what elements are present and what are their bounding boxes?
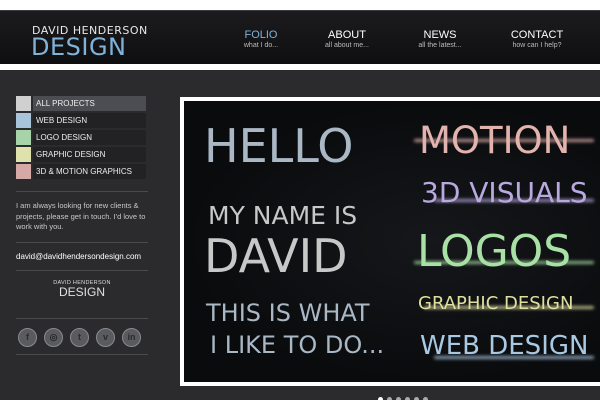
- nav-about[interactable]: ABOUT all about me...: [302, 29, 392, 49]
- slide-motion: MOTION: [419, 119, 571, 162]
- nav-sub: what I do...: [243, 42, 279, 49]
- slide-logos: LOGOS: [417, 226, 572, 277]
- social-links: f ◎ t v in: [16, 327, 148, 350]
- nav-label: CONTACT: [510, 29, 564, 41]
- slide-i-like-to-do: I LIKE TO DO...: [210, 331, 385, 359]
- swatch-blue: [16, 113, 31, 128]
- nav-news[interactable]: NEWS all the latest...: [395, 29, 485, 49]
- slide-this-is-what: THIS IS WHAT: [206, 299, 370, 327]
- category-3d-motion[interactable]: 3D & MOTION GRAPHICS: [16, 164, 148, 179]
- category-label: ALL PROJECTS: [33, 96, 146, 111]
- featured-slide[interactable]: HELLO MY NAME IS DAVID THIS IS WHAT I LI…: [180, 97, 600, 386]
- category-logo-design[interactable]: LOGO DESIGN: [16, 130, 148, 145]
- category-label: WEB DESIGN: [33, 113, 146, 128]
- contact-blurb: I am always looking for new clients & pr…: [16, 201, 146, 231]
- nav-label: ABOUT: [328, 29, 366, 41]
- nav-sub: all about me...: [325, 42, 369, 49]
- slide-canvas: HELLO MY NAME IS DAVID THIS IS WHAT I LI…: [184, 101, 600, 382]
- swatch-green: [16, 130, 31, 145]
- nav-contact[interactable]: CONTACT how can I help?: [492, 29, 582, 49]
- category-label: LOGO DESIGN: [33, 130, 146, 145]
- footer-logo: DAVID HENDERSON DESIGN: [16, 280, 148, 298]
- email-link[interactable]: david@davidhendersondesign.com: [16, 252, 148, 261]
- slide-my-name-is: MY NAME IS: [208, 201, 358, 230]
- nav-sub: all the latest...: [418, 42, 462, 49]
- dribbble-icon[interactable]: ◎: [44, 327, 63, 347]
- nav-sub: how can I help?: [512, 42, 562, 49]
- slide-david: DAVID: [204, 229, 348, 283]
- divider: [16, 269, 148, 271]
- facebook-icon[interactable]: f: [18, 327, 37, 347]
- nav-label: FOLIO: [244, 29, 278, 41]
- slide-3d-visuals: 3D VISUALS: [421, 176, 588, 209]
- divider: [16, 317, 148, 319]
- swatch-grey: [16, 96, 31, 111]
- category-graphic-design[interactable]: GRAPHIC DESIGN: [16, 147, 148, 162]
- category-web-design[interactable]: WEB DESIGN: [16, 113, 148, 128]
- slide-hello: HELLO: [204, 119, 354, 173]
- site-header: DAVID HENDERSON DESIGN FOLIO what I do..…: [0, 10, 600, 64]
- category-all-projects[interactable]: ALL PROJECTS: [16, 96, 148, 111]
- category-label: 3D & MOTION GRAPHICS: [33, 164, 146, 179]
- divider: [16, 241, 148, 243]
- footer-logo-design: DESIGN: [58, 284, 105, 299]
- category-label: GRAPHIC DESIGN: [33, 147, 146, 162]
- main-nav: FOLIO what I do... ABOUT all about me...…: [0, 29, 600, 59]
- swatch-yellow: [16, 147, 31, 162]
- sidebar: ALL PROJECTS WEB DESIGN LOGO DESIGN GRAP…: [16, 96, 148, 364]
- divider: [16, 353, 148, 355]
- slide-web-design: WEB DESIGN: [420, 331, 589, 361]
- vimeo-icon[interactable]: v: [96, 327, 115, 347]
- linkedin-icon[interactable]: in: [122, 327, 141, 347]
- twitter-icon[interactable]: t: [70, 327, 89, 347]
- nav-folio[interactable]: FOLIO what I do...: [216, 29, 306, 49]
- swatch-pink: [16, 164, 31, 179]
- divider: [16, 191, 148, 192]
- nav-label: NEWS: [423, 29, 457, 41]
- slide-graphic-design: GRAPHIC DESIGN: [418, 293, 574, 314]
